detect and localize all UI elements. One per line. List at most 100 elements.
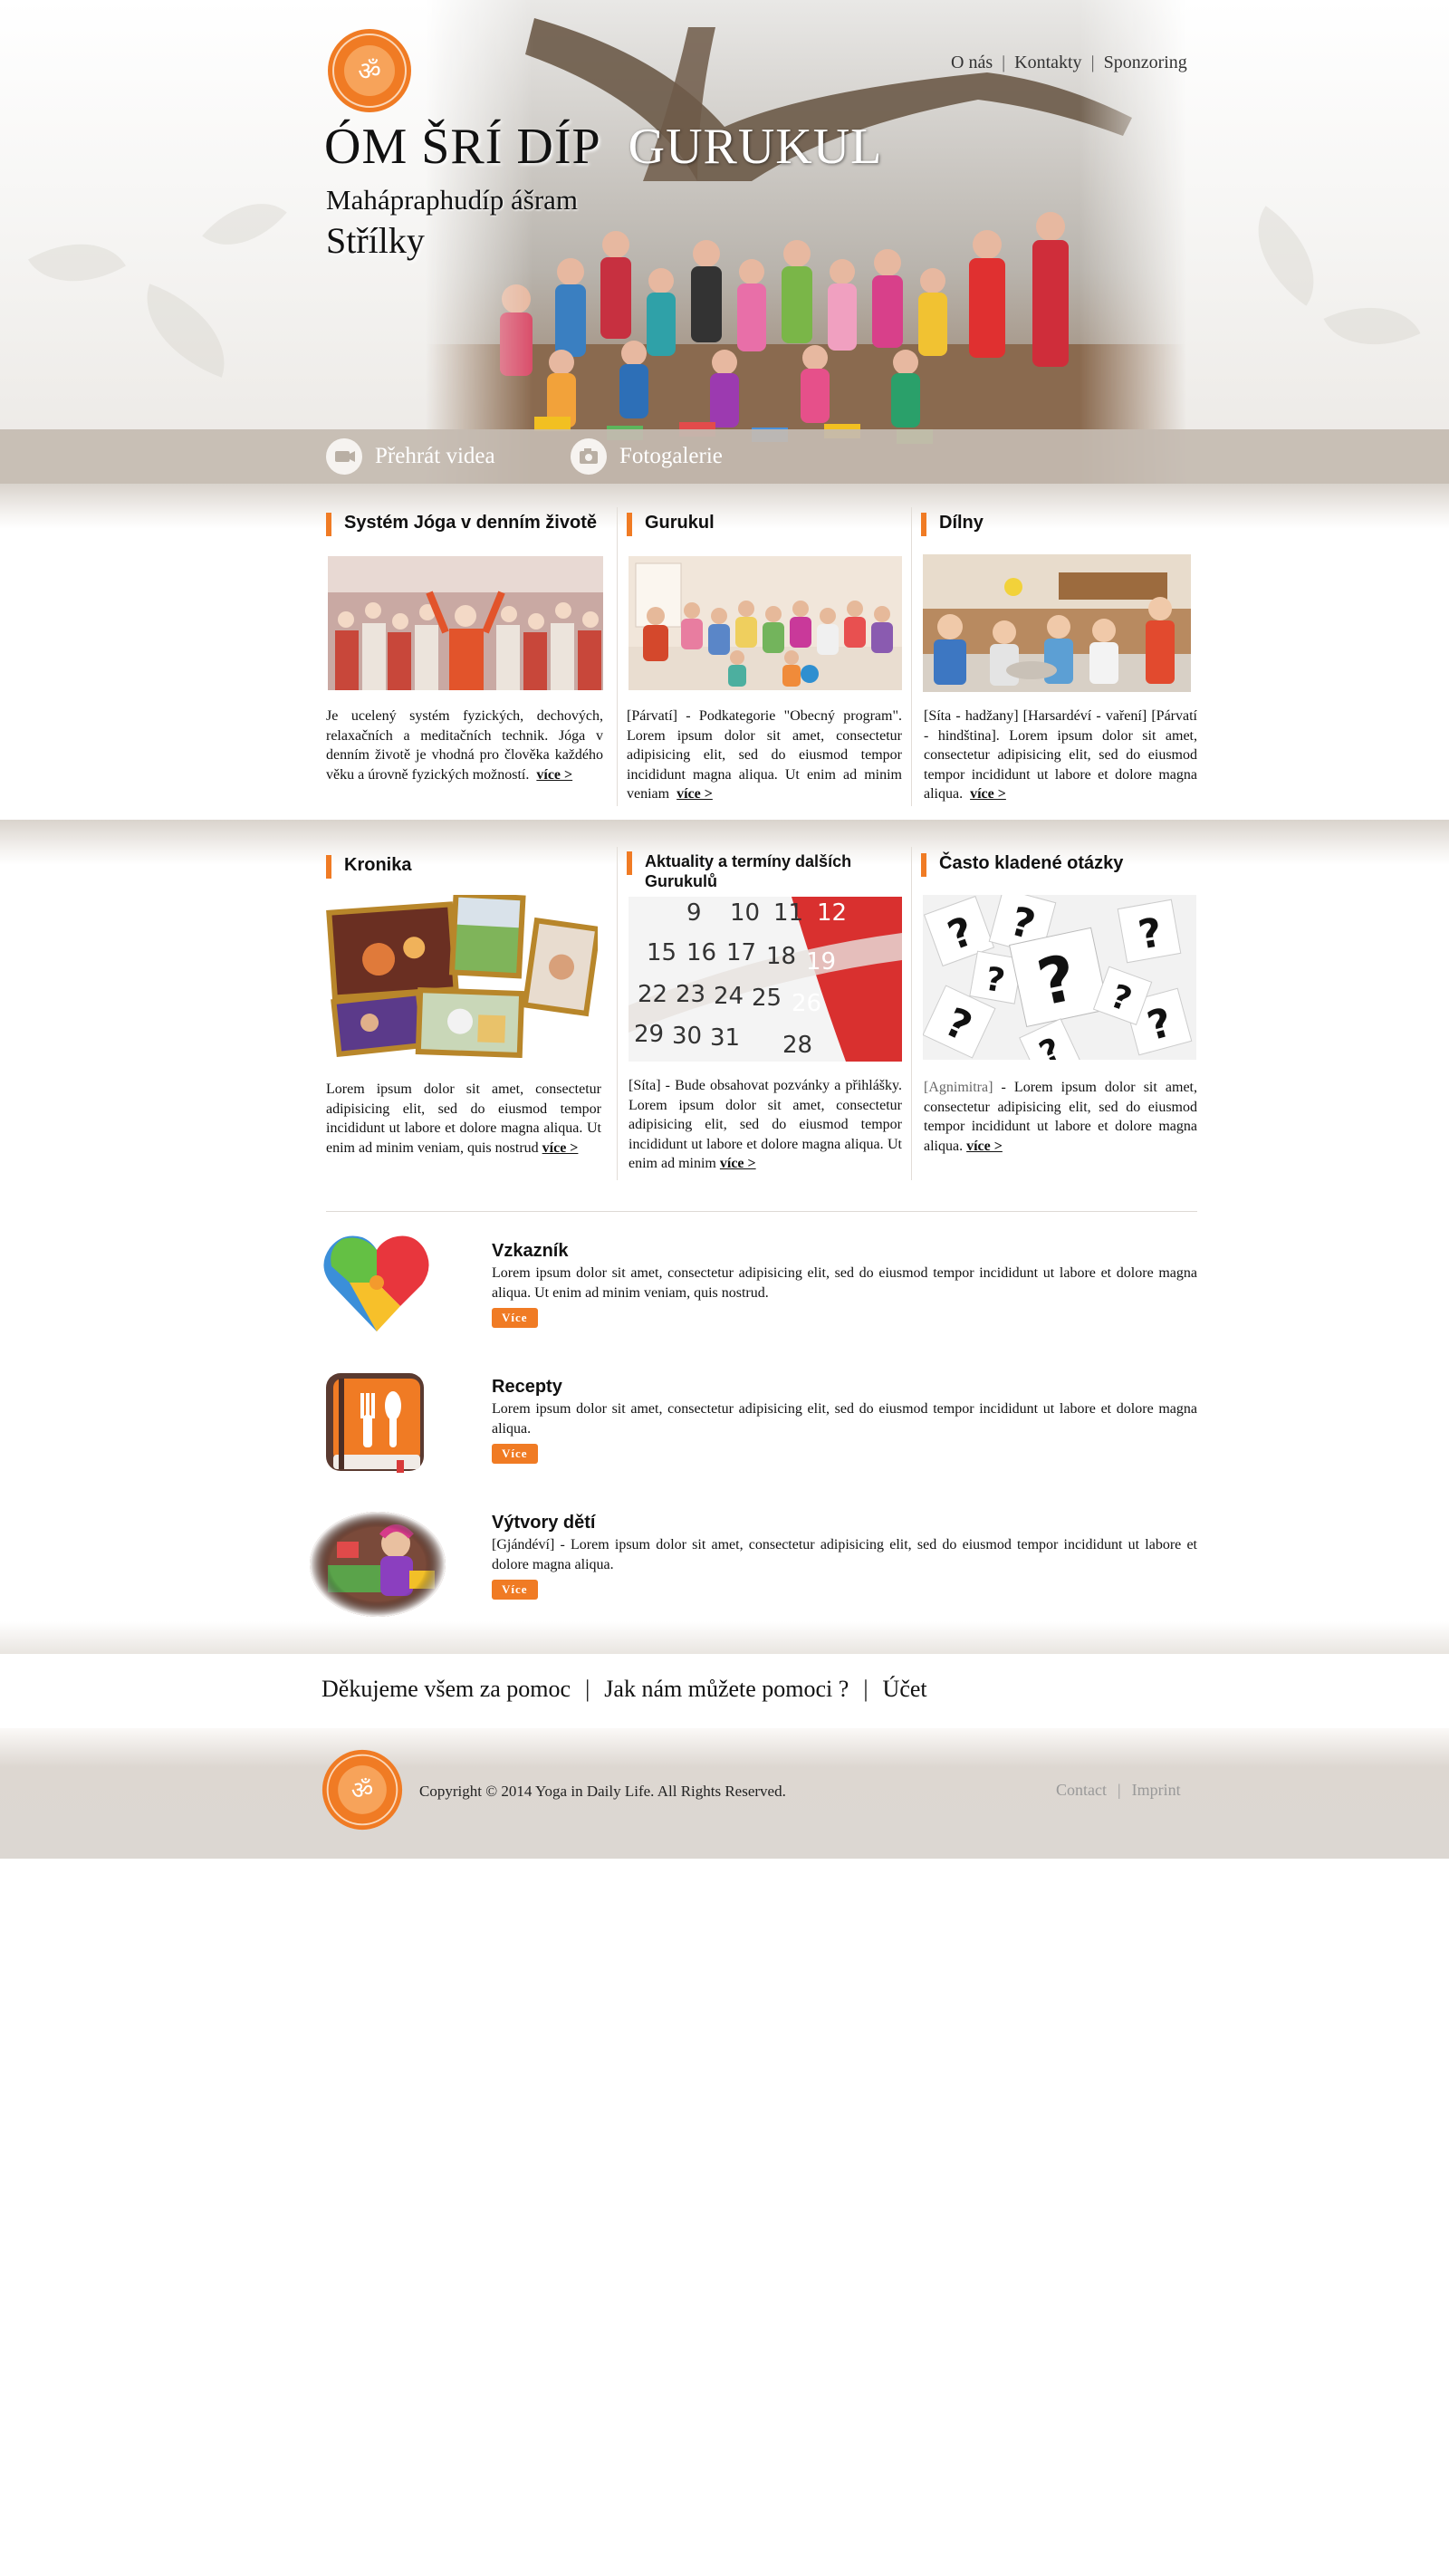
card-title[interactable]: Systém Jóga v denním životě [326,513,603,536]
yoga-group-photo[interactable] [328,556,603,690]
more-link[interactable]: více > [720,1156,756,1171]
site-title: ÓM ŠRÍ DÍP GURUKUL [324,118,882,176]
card-system-joga: Systém Jóga v denním životě [326,513,603,536]
footer-link-imprint[interactable]: Imprint [1132,1781,1181,1799]
workshop-kitchen-photo[interactable] [923,554,1191,692]
footer-link-thanks[interactable]: Děkujeme všem za pomoc [321,1676,571,1702]
calendar-day: 25 [752,985,782,1012]
question-marks-image[interactable]: ? ? ? ? ? ? ? ? ? [923,895,1196,1060]
site-location: Střílky [326,220,425,261]
list-item-text: [Gjándéví] - Lorem ipsum dolor sit amet,… [492,1537,1197,1572]
photo-gallery-button[interactable]: Fotogalerie [571,437,723,476]
card-title[interactable]: Často kladené otázky [921,853,1198,877]
calendar-day: 17 [726,939,756,966]
media-bar: Přehrát videa Fotogalerie [0,429,1449,484]
list-item-title[interactable]: Výtvory dětí [492,1513,1197,1533]
chronicle-photo-collage[interactable] [324,895,598,1058]
calendar-day: 9 [686,899,702,927]
calendar-day: 18 [766,943,796,970]
nav-link-sponzoring[interactable]: Sponzoring [1104,53,1187,73]
more-button[interactable]: Více [492,1308,538,1328]
calendar-day: 12 [817,899,847,927]
calendar-day: 31 [710,1024,740,1052]
nav-separator: | [1118,1781,1121,1799]
nav-link-kontakty[interactable]: Kontakty [1014,53,1081,73]
calendar-day: 30 [672,1023,702,1050]
calendar-image[interactable]: 9 10 11 12 15 16 17 18 19 22 23 24 25 26… [629,897,902,1062]
more-link[interactable]: více > [542,1140,579,1156]
calendar-day: 15 [647,939,677,966]
card-description: [Síta] - Bude obsahovat pozvánky a přihl… [629,1078,902,1171]
puzzle-heart-icon[interactable] [322,1230,431,1340]
card-title[interactable]: Dílny [921,513,1198,536]
recipe-book-icon[interactable] [326,1373,426,1479]
leaf-decoration [28,218,126,307]
video-camera-icon [326,438,362,475]
column-divider [617,507,618,806]
card-faq-body: [Agnimitra] - Lorem ipsum dolor sit amet… [924,1078,1197,1156]
footer: ॐ Copyright © 2014 Yoga in Daily Life. A… [0,1728,1449,1859]
more-link[interactable]: více > [536,767,572,783]
card-text: [Síta - hadžany] [Harsardéví - vaření] [… [924,706,1197,804]
svg-text:ॐ: ॐ [351,1777,373,1805]
section-band [0,1621,1449,1654]
column-divider [617,847,618,1180]
footer-link-account[interactable]: Účet [883,1676,927,1702]
card-title[interactable]: Aktuality a termíny dalších Gurukulů [627,851,889,891]
calendar-day: 19 [806,948,836,976]
header: ॐ O nás | Kontakty | Sponzoring ÓM ŠRÍ DÍP G… [0,0,1449,489]
card-title[interactable]: Kronika [326,855,603,879]
leaf-decoration [1323,284,1421,369]
card-kronika: Kronika [326,855,603,879]
svg-text:ॐ: ॐ [358,56,381,86]
calendar-day: 16 [686,939,716,966]
more-link[interactable]: více > [966,1139,1003,1154]
copyright-text: Copyright © 2014 Yoga in Daily Life. All… [419,1783,786,1800]
card-kronika-body: Lorem ipsum dolor sit amet, consectetur … [326,1080,601,1158]
footer-link-how-to-help[interactable]: Jak nám můžete pomoci ? [604,1676,849,1702]
nav-link-o-nas[interactable]: O nás [951,53,993,73]
more-button[interactable]: Více [492,1580,538,1600]
card-text: Lorem ipsum dolor sit amet, consectetur … [326,1080,601,1158]
horizontal-divider [326,1211,1197,1212]
card-text: [Síta] - Bude obsahovat pozvánky a přihl… [629,1076,902,1174]
card-system-joga-body: Je ucelený systém fyzických, dechových, … [326,706,603,784]
card-aktuality-body: [Síta] - Bude obsahovat pozvánky a přihl… [629,1076,902,1174]
list-item-vytvory-deti: Výtvory dětí [Gjándéví] - Lorem ipsum do… [492,1513,1197,1600]
card-text: [Párvatí] - Podkategorie "Obecný program… [627,706,902,804]
photo-gallery-label: Fotogalerie [619,444,723,468]
footer-nav: Děkujeme všem za pomoc | Jak nám můžete po… [321,1676,927,1703]
play-videos-button[interactable]: Přehrát videa [326,437,495,476]
card-title[interactable]: Gurukul [627,513,904,536]
card-text: Je ucelený systém fyzických, dechových, … [326,706,603,784]
card-aktuality: Aktuality a termíny dalších Gurukulů [627,851,889,891]
nav-separator: | [1090,53,1095,72]
card-gurukul: Gurukul [627,513,904,536]
site-title-part1: ÓM ŠRÍ DÍP [324,119,601,175]
children-artwork-photo[interactable] [310,1511,446,1622]
calendar-day: 29 [634,1021,664,1048]
card-description: [Síta - hadžany] [Harsardéví - vaření] [… [924,708,1197,802]
more-link[interactable]: více > [970,786,1006,802]
leaf-decoration [1232,206,1340,306]
list-item-title[interactable]: Recepty [492,1377,1197,1398]
nav-separator: | [585,1676,590,1702]
site-title-part2: GURUKUL [628,119,883,175]
footer-logo[interactable]: ॐ [321,1748,404,1836]
more-link[interactable]: více > [677,786,713,802]
logo[interactable]: ॐ [326,27,413,119]
list-item-title[interactable]: Vzkazník [492,1241,1197,1262]
list-item-text: Lorem ipsum dolor sit amet, consectetur … [492,1401,1197,1437]
calendar-day: 11 [773,899,803,927]
leaf-decoration [202,180,287,268]
card-gurukul-body: [Párvatí] - Podkategorie "Obecný program… [627,706,902,804]
list-item-vzkaznik: Vzkazník Lorem ipsum dolor sit amet, con… [492,1241,1197,1328]
footer-links: Contact | Imprint [1056,1781,1181,1800]
card-dilny-body: [Síta - hadžany] [Harsardéví - vaření] [… [924,706,1197,804]
column-divider [911,847,912,1180]
camera-icon [571,438,607,475]
calendar-day: 28 [782,1032,812,1059]
gurukul-group-photo[interactable] [629,556,902,690]
more-button[interactable]: Více [492,1444,538,1464]
footer-link-contact[interactable]: Contact [1056,1781,1107,1799]
